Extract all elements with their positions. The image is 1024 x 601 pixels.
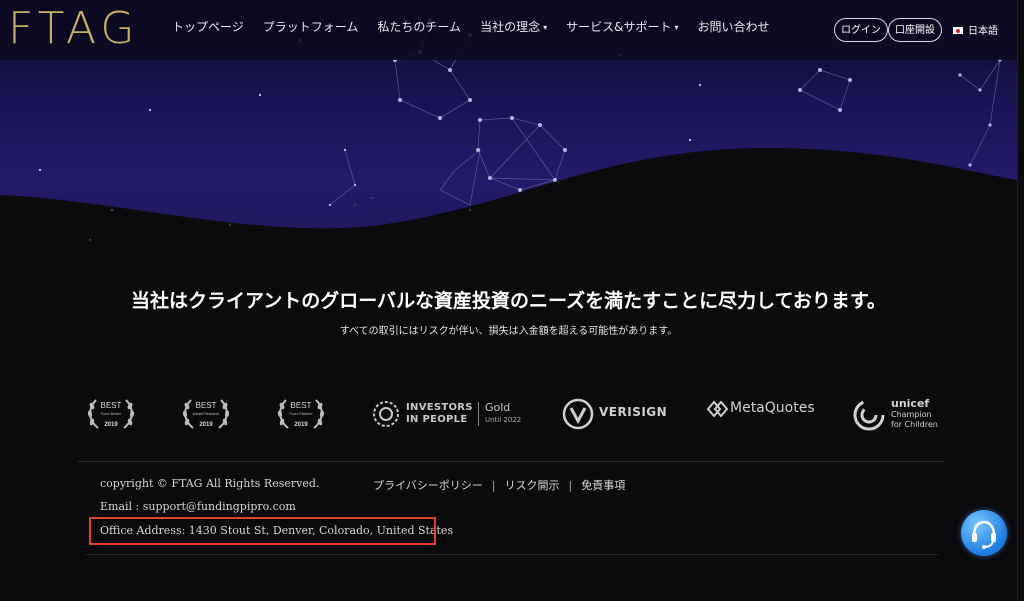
award-badge-1: BEST Forex Broker 2019 — [84, 396, 138, 432]
privacy-policy-link[interactable]: プライバシーポリシー — [373, 479, 483, 492]
risk-disclosure-link[interactable]: リスク開示 — [505, 479, 560, 492]
investors-line1: INVESTORS — [406, 402, 473, 413]
nav-label: 当社の理念 — [480, 20, 541, 34]
nav-label: トップページ — [172, 20, 244, 34]
risk-warning: すべての取引にはリスクが伴い、損失は入金額を超える可能性があります。 — [339, 326, 678, 337]
award-title: BEST — [101, 401, 122, 410]
verisign-logo: VERISIGN — [599, 405, 668, 419]
open-account-button[interactable]: 口座開設 — [888, 18, 942, 42]
language-label: 日本語 — [968, 26, 998, 37]
award-subtitle: Market Research — [193, 412, 220, 416]
investors-gold-badge: Gold Until 2022 — [478, 402, 521, 426]
headset-icon — [972, 520, 996, 549]
nav-label: 私たちのチーム — [377, 20, 462, 34]
nav-item-top-page[interactable]: トップページ — [172, 18, 244, 35]
investors-line2: IN PEOPLE — [406, 414, 468, 425]
nav-label: サービス&サポート — [566, 20, 672, 34]
award-badge-2: BEST Market Research 2019 — [179, 396, 233, 432]
unicef-icon — [853, 399, 885, 431]
disclaimer-link[interactable]: 免責事項 — [581, 479, 625, 492]
footer-divider-bottom — [86, 554, 938, 555]
investors-in-people-logo: INVESTORS IN PEOPLE — [406, 402, 473, 426]
metaquotes-icon — [706, 400, 728, 418]
award-year: 2019 — [104, 422, 118, 428]
unicef-logo: unicef Champion for Children — [891, 398, 938, 430]
link-separator: | — [491, 479, 496, 492]
copyright-text: copyright © FTAG All Rights Reserved. — [100, 477, 320, 490]
laurel-icon: BEST Forex Platform 2019 — [277, 399, 325, 429]
main-nav: トップページ プラットフォーム 私たちのチーム 当社の理念 ▾ サービス&サポート… — [172, 18, 789, 35]
login-button[interactable]: ログイン — [834, 18, 888, 42]
nav-item-services-support[interactable]: サービス&サポート ▾ — [566, 18, 678, 35]
nav-label: プラットフォーム — [262, 20, 359, 34]
verisign-icon — [562, 398, 594, 430]
footer-links: プライバシーポリシー | リスク開示 | 免責事項 — [373, 477, 625, 493]
unicef-line2: Champion — [891, 410, 932, 419]
japan-flag-icon — [953, 27, 963, 34]
link-separator: | — [568, 479, 573, 492]
nav-item-contact[interactable]: お問い合わせ — [697, 18, 769, 35]
metaquotes-logo: MetaQuotes — [730, 400, 815, 416]
award-year: 2019 — [199, 422, 213, 428]
investors-level: Gold — [485, 401, 511, 414]
chevron-down-icon: ▾ — [543, 23, 548, 32]
award-subtitle: Forex Broker — [101, 412, 122, 416]
laurel-icon: BEST Forex Broker 2019 — [87, 399, 135, 429]
laurel-icon: BEST Market Research 2019 — [182, 399, 230, 429]
support-chat-button[interactable] — [961, 510, 1007, 556]
nav-label: お問い合わせ — [697, 20, 770, 34]
nav-item-philosophy[interactable]: 当社の理念 ▾ — [480, 18, 547, 35]
nav-item-our-team[interactable]: 私たちのチーム — [377, 18, 461, 35]
footer-divider — [78, 461, 944, 462]
ftag-logo[interactable]: FTAG — [8, 5, 139, 53]
investors-until: Until 2022 — [485, 416, 522, 424]
unicef-line3: for Children — [891, 420, 938, 429]
language-selector[interactable]: 日本語 — [953, 22, 998, 37]
page: FTAG トップページ プラットフォーム 私たちのチーム 当社の理念 ▾ サービス… — [0, 0, 1018, 601]
award-subtitle: Forex Platform — [290, 412, 313, 416]
chevron-down-icon: ▾ — [674, 23, 679, 32]
award-badge-3: BEST Forex Platform 2019 — [274, 396, 328, 432]
nav-item-platform[interactable]: プラットフォーム — [263, 18, 359, 35]
support-email[interactable]: Email : support@fundingpipro.com — [100, 500, 296, 513]
investors-in-people-icon — [373, 401, 399, 427]
award-title: BEST — [196, 401, 217, 410]
unicef-name: unicef — [891, 397, 930, 410]
hero-tagline: 当社はクライアントのグローバルな資産投資のニーズを満たすことに尽力しております。 — [130, 290, 887, 312]
address-highlight-box — [89, 517, 436, 545]
award-year: 2019 — [294, 422, 308, 428]
award-title: BEST — [291, 401, 312, 410]
top-header: FTAG トップページ プラットフォーム 私たちのチーム 当社の理念 ▾ サービス… — [0, 0, 1017, 60]
